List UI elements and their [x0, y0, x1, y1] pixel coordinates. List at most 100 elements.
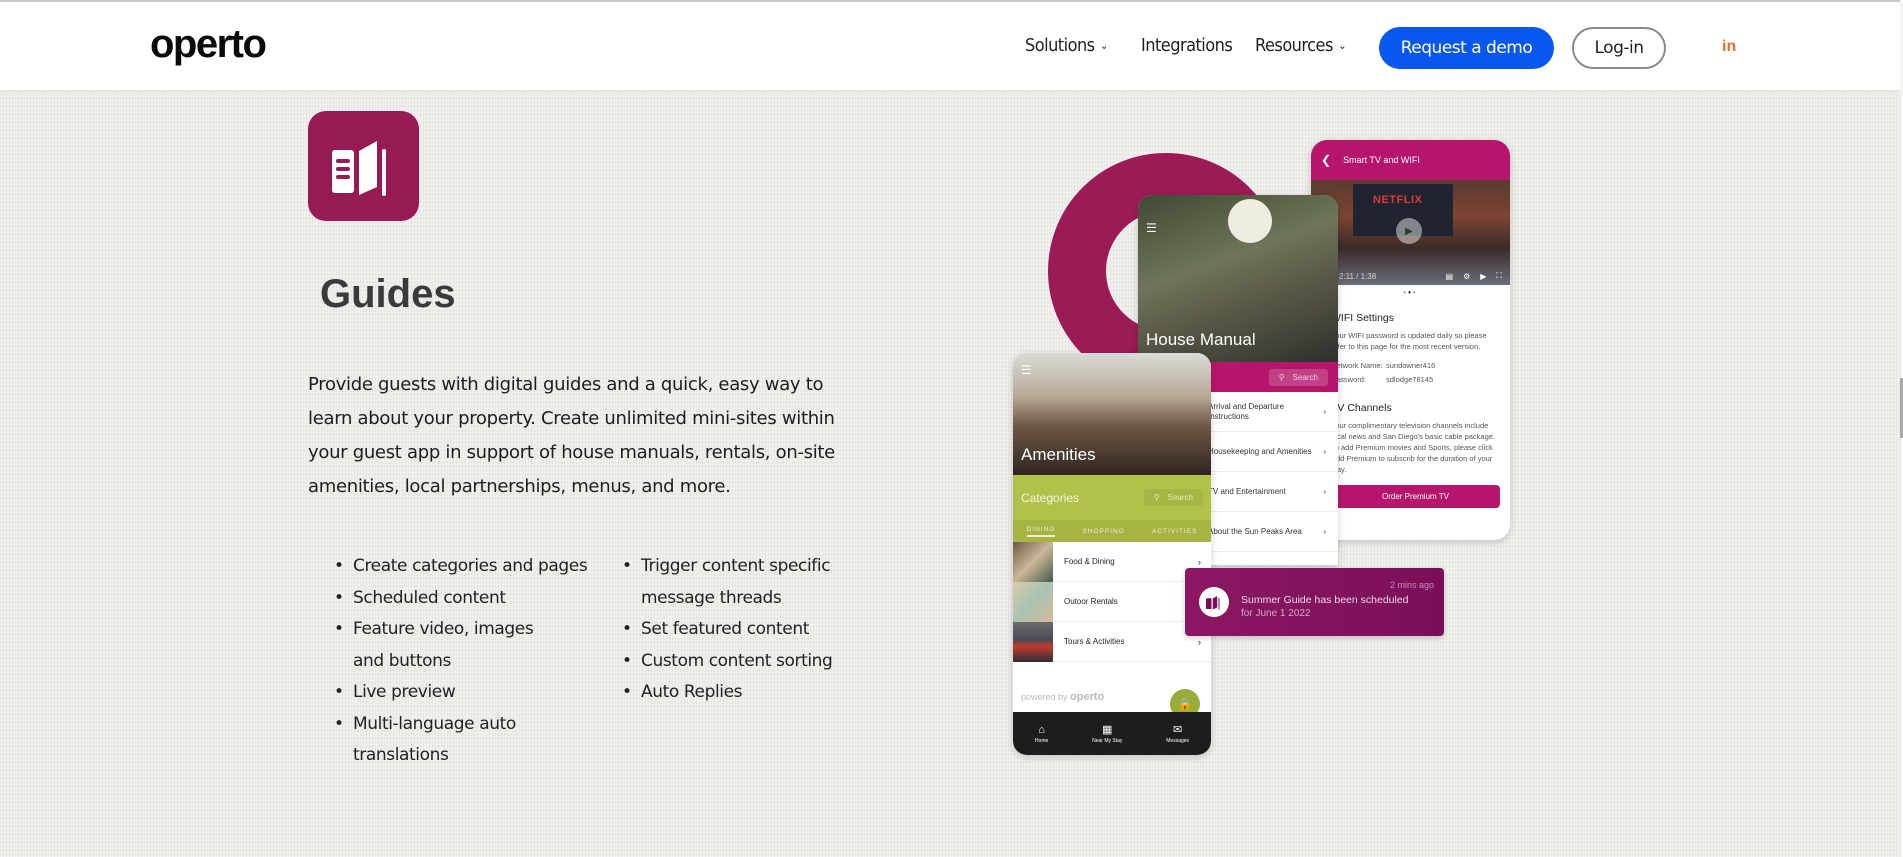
notification-subtext: for June 1 2022 — [1241, 608, 1311, 619]
menu-icon: ☰ — [1146, 221, 1157, 235]
password-label: Password: — [1331, 375, 1367, 384]
house-item-label: TV and Entertainment — [1208, 486, 1286, 496]
tv-phone-header: ❮ Smart TV and WIFI — [1311, 140, 1510, 180]
house-item-label: About the Sun Peaks Area — [1208, 526, 1302, 536]
feature-list: Create categories and pages Scheduled co… — [328, 551, 846, 772]
channels-heading: TV Channels — [1331, 402, 1392, 414]
powered-by-brand: operto — [1070, 691, 1105, 703]
house-item-label: Arrival and Departure Instructions — [1208, 401, 1285, 421]
amenities-title: Amenities — [1021, 445, 1096, 464]
house-search-input: ⚲ Search — [1268, 368, 1328, 386]
home-icon: ⌂ — [1038, 723, 1045, 736]
nav-integrations-label: Integrations — [1141, 35, 1233, 56]
wifi-heading: WIFI Settings — [1331, 312, 1395, 324]
categories-label: Categories — [1021, 490, 1080, 505]
amenities-hero-image: ☰ Amenities — [1013, 353, 1211, 475]
notification-time: 2 mins ago — [1389, 580, 1434, 590]
section-title: Guides — [320, 272, 456, 316]
nav-resources-label: Resources — [1255, 35, 1333, 56]
netflix-logo: NETFLIX — [1373, 194, 1423, 206]
notification-text: Summer Guide has been scheduled — [1241, 594, 1409, 606]
mirror-decor — [1228, 199, 1272, 243]
chevron-right-icon: › — [1198, 556, 1201, 567]
login-button[interactable]: Log-in — [1572, 27, 1666, 69]
captions-icon: ▤ — [1445, 271, 1454, 281]
feature-item: Custom content sorting — [616, 646, 846, 678]
powered-by-operto: powered by operto — [1021, 691, 1104, 703]
tv-phone-title: Smart TV and WIFI — [1343, 155, 1420, 165]
amenities-phone-mockup: ☰ Amenities Categories ⚲ Search DINING S… — [1013, 353, 1211, 755]
search-placeholder: Search — [1292, 372, 1318, 382]
scheduled-notification: 2 mins ago Summer Guide has been schedul… — [1185, 568, 1444, 636]
map-icon: ▦ — [1102, 724, 1113, 736]
nav-integrations[interactable]: Integrations — [1141, 35, 1233, 56]
amenities-list-item: Food & Dining › — [1013, 541, 1211, 582]
settings-icon: ⚙ — [1463, 271, 1471, 281]
linkedin-icon[interactable]: in — [1722, 38, 1736, 56]
feature-item: Multi-language auto translations — [328, 709, 528, 772]
menu-icon: ☰ — [1021, 363, 1032, 377]
feature-item: Scheduled content — [328, 583, 616, 615]
tours-thumbnail — [1013, 621, 1053, 662]
feature-item: Trigger content specific message threads — [616, 551, 836, 614]
nav-resources[interactable]: Resources ⌄ — [1255, 35, 1347, 56]
notification-body: Summer Guide has been scheduled for June… — [1241, 593, 1409, 621]
feature-item: Live preview — [328, 677, 616, 709]
chevron-right-icon: › — [1323, 526, 1326, 536]
house-hero-image: ☰ House Manual — [1138, 195, 1338, 362]
feature-item: Feature video, images and buttons — [328, 614, 558, 677]
chevron-right-icon: › — [1198, 636, 1201, 647]
house-manual-title: House Manual — [1146, 330, 1256, 349]
food-thumbnail — [1013, 541, 1053, 582]
bottom-nav-home: ⌂ Home — [1035, 724, 1048, 744]
operto-logo[interactable]: operto — [150, 22, 267, 67]
amenities-item-label: Food & Dining — [1064, 557, 1115, 566]
message-icon: ✉ — [1173, 724, 1183, 736]
play-icon: ▶ — [1396, 218, 1422, 244]
rentals-thumbnail — [1013, 581, 1053, 622]
chevron-right-icon: › — [1323, 406, 1326, 416]
feature-list-column-1: Create categories and pages Scheduled co… — [328, 551, 616, 772]
feature-item: Auto Replies — [616, 677, 846, 709]
chevron-down-icon: ⌄ — [1338, 39, 1347, 52]
video-time: 2:11 / 1:38 — [1338, 271, 1377, 281]
network-row: Network Name: sundowner416 — [1331, 360, 1500, 371]
tv-phone-body: WIFI Settings Your WIFI password is upda… — [1311, 303, 1510, 475]
order-premium-tv-button: Order Premium TV — [1331, 485, 1500, 508]
tab-shopping: SHOPPING — [1082, 527, 1125, 535]
video-player: NETFLIX ▶ 🔈 2:11 / 1:38 ▤ ⚙ ▶ ⛶ — [1311, 180, 1510, 285]
nav-solutions[interactable]: Solutions ⌄ — [1025, 35, 1108, 56]
powered-by-label: powered by — [1021, 692, 1068, 702]
request-demo-button[interactable]: Request a demo — [1379, 27, 1554, 69]
bottom-nav-label: Messages — [1166, 738, 1190, 744]
site-header: operto Solutions ⌄ Integrations Resources… — [0, 0, 1900, 90]
carousel-dots: ••• — [1403, 288, 1418, 297]
bottom-nav-label: Home — [1034, 737, 1049, 744]
search-icon: ⚲ — [1278, 372, 1285, 382]
nav-solutions-label: Solutions — [1025, 35, 1095, 56]
amenities-list-item: Outoor Rentals › — [1013, 581, 1211, 622]
channels-text: Your complimentary television channels i… — [1331, 421, 1496, 474]
password-value: sdlodge78145 — [1386, 375, 1434, 384]
chevron-right-icon: › — [1323, 446, 1326, 456]
feature-item: Create categories and pages — [328, 551, 616, 583]
chevron-right-icon: › — [1323, 486, 1326, 496]
categories-bar: Categories ⚲ Search — [1013, 475, 1211, 520]
amenities-list-item: Tours & Activities › — [1013, 621, 1211, 662]
back-arrow-icon: ❮ — [1321, 153, 1332, 167]
amenities-item-label: Tours & Activities — [1064, 637, 1125, 646]
app-bottom-nav: ⌂ Home ▦ Near My Stay ✉ Messages — [1013, 712, 1211, 755]
fullscreen-icon: ⛶ — [1496, 271, 1502, 280]
guide-book-icon — [1199, 587, 1229, 617]
youtube-icon: ▶ — [1480, 271, 1487, 281]
video-controls: 🔈 2:11 / 1:38 ▤ ⚙ ▶ ⛶ — [1311, 271, 1510, 281]
amenities-item-label: Outoor Rentals — [1064, 597, 1118, 606]
section-description: Provide guests with digital guides and a… — [308, 374, 835, 497]
house-item-label: Housekeeping and Amenities — [1208, 446, 1312, 456]
feature-list-column-2: Trigger content specific message threads… — [616, 551, 846, 772]
smart-tv-phone-mockup: ❮ Smart TV and WIFI NETFLIX ▶ 🔈 2:11 / 1… — [1311, 140, 1510, 540]
guide-book-icon — [308, 111, 419, 221]
search-placeholder: Search — [1167, 493, 1193, 502]
password-row: Password: sdlodge78145 — [1331, 374, 1500, 385]
network-value: sundowner416 — [1386, 361, 1436, 370]
